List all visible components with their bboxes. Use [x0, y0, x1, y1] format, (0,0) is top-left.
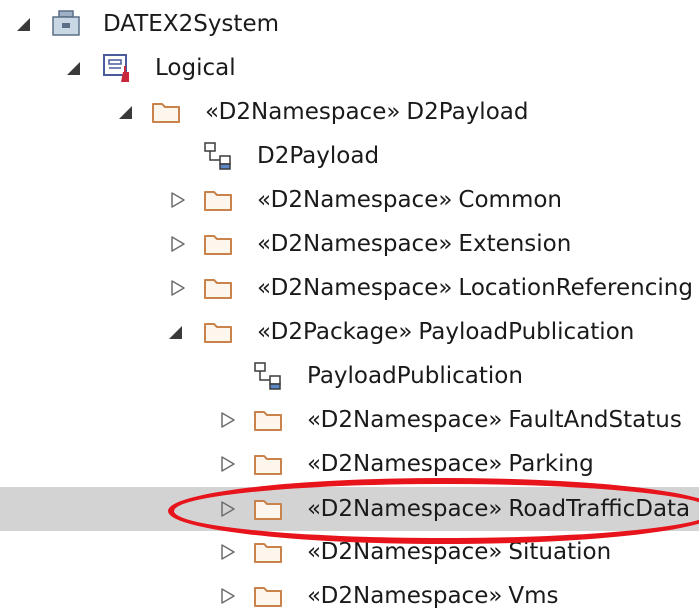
tree-item-label: «D2Namespace» D2Payload: [205, 90, 528, 134]
tree-item-payload-publication-package[interactable]: «D2Package» PayloadPublication: [0, 310, 699, 354]
stereotype-label: «D2Namespace»: [257, 275, 453, 301]
package-name: Parking: [508, 451, 594, 477]
package-name: RoadTrafficData: [508, 496, 691, 522]
stereotype-label: «D2Namespace»: [307, 583, 503, 609]
package-name: D2Payload: [406, 99, 529, 125]
tree-item-label: «D2Namespace» Vms: [307, 574, 559, 613]
stereotype-label: «D2Namespace»: [307, 407, 503, 433]
stereotype-label: «D2Namespace»: [205, 99, 401, 125]
folder-icon: [254, 411, 282, 431]
project-browser-tree: DATEX2System Logical «D2Namespace» D2Payl…: [0, 0, 699, 613]
stereotype-label: «D2Namespace»: [257, 231, 453, 257]
stereotype-label: «D2Namespace»: [307, 496, 503, 522]
package-name: Extension: [458, 231, 572, 257]
class-diagram-icon: [254, 362, 281, 390]
tree-item-label: «D2Namespace» Parking: [307, 442, 594, 486]
package-name: FaultAndStatus: [508, 407, 682, 433]
collapsed-triangle-icon[interactable]: [219, 455, 237, 473]
tree-item-datex2system[interactable]: DATEX2System: [0, 2, 699, 46]
class-diagram-icon: [204, 142, 231, 170]
collapsed-triangle-icon[interactable]: [219, 500, 237, 518]
folder-icon: [204, 279, 232, 299]
tree-item-vms[interactable]: «D2Namespace» Vms: [0, 574, 699, 613]
collapsed-triangle-icon[interactable]: [169, 191, 187, 209]
tree-item-label: PayloadPublication: [307, 363, 523, 389]
package-name: LocationReferencing: [458, 275, 693, 301]
expanded-triangle-icon[interactable]: [64, 59, 82, 77]
tree-item-fault-and-status[interactable]: «D2Namespace» FaultAndStatus: [0, 398, 699, 442]
tree-item-label: «D2Package» PayloadPublication: [257, 310, 634, 354]
folder-icon: [254, 500, 282, 520]
folder-icon: [254, 455, 282, 475]
folder-icon: [152, 103, 180, 123]
folder-icon: [254, 543, 282, 563]
tree-item-situation[interactable]: «D2Namespace» Situation: [0, 530, 699, 574]
collapsed-triangle-icon[interactable]: [219, 411, 237, 429]
stereotype-label: «D2Package»: [257, 319, 413, 345]
tree-item-payload-publication-diagram[interactable]: PayloadPublication: [0, 354, 699, 398]
collapsed-triangle-icon[interactable]: [169, 235, 187, 253]
collapsed-triangle-icon[interactable]: [219, 587, 237, 605]
folder-icon: [204, 323, 232, 343]
tree-item-label: «D2Namespace» RoadTrafficData: [307, 487, 690, 531]
tree-item-extension[interactable]: «D2Namespace» Extension: [0, 222, 699, 266]
tree-item-d2payload-package[interactable]: «D2Namespace» D2Payload: [0, 90, 699, 134]
tree-item-label: «D2Namespace» Extension: [257, 222, 571, 266]
tree-item-d2payload-diagram[interactable]: D2Payload: [0, 134, 699, 178]
package-name: Situation: [508, 539, 612, 565]
tree-item-parking[interactable]: «D2Namespace» Parking: [0, 442, 699, 486]
tree-item-label: «D2Namespace» Situation: [307, 530, 611, 574]
tree-item-common[interactable]: «D2Namespace» Common: [0, 178, 699, 222]
tree-item-location-referencing[interactable]: «D2Namespace» LocationReferencing: [0, 266, 699, 310]
tree-item-label: D2Payload: [257, 143, 380, 169]
folder-icon: [204, 191, 232, 211]
expanded-triangle-icon[interactable]: [166, 323, 184, 341]
model-root-icon: [52, 10, 80, 36]
stereotype-label: «D2Namespace»: [307, 451, 503, 477]
tree-item-label: «D2Namespace» Common: [257, 178, 562, 222]
tree-item-label: «D2Namespace» FaultAndStatus: [307, 398, 682, 442]
tree-item-label: «D2Namespace» LocationReferencing: [257, 266, 693, 310]
package-name: Vms: [508, 583, 559, 609]
expanded-triangle-icon[interactable]: [14, 15, 32, 33]
folder-icon: [254, 587, 282, 607]
collapsed-triangle-icon[interactable]: [219, 543, 237, 561]
tree-item-label: DATEX2System: [103, 11, 279, 37]
stereotype-label: «D2Namespace»: [307, 539, 503, 565]
collapsed-triangle-icon[interactable]: [169, 279, 187, 297]
package-name: PayloadPublication: [418, 319, 635, 345]
folder-icon: [204, 235, 232, 255]
stereotype-label: «D2Namespace»: [257, 187, 453, 213]
tree-item-label: Logical: [155, 55, 236, 81]
tree-item-road-traffic-data[interactable]: «D2Namespace» RoadTrafficData: [0, 487, 699, 531]
tree-item-logical[interactable]: Logical: [0, 46, 699, 90]
package-name: Common: [458, 187, 563, 213]
logical-view-icon: [103, 54, 129, 82]
expanded-triangle-icon[interactable]: [116, 103, 134, 121]
